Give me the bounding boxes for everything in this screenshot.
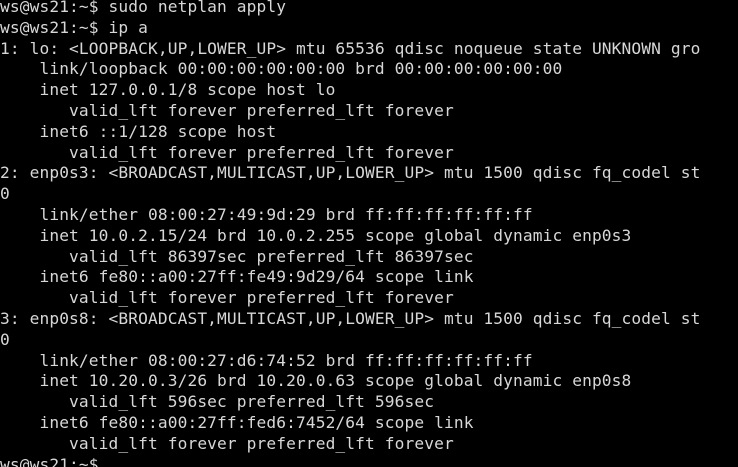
- terminal-output-line: 0: [0, 184, 10, 204]
- terminal-output-line: inet 10.20.0.3/26 brd 10.20.0.63 scope g…: [0, 371, 632, 391]
- terminal-output-line: inet6 ::1/128 scope host: [0, 121, 277, 141]
- terminal-output-line: 2: enp0s3: <BROADCAST,MULTICAST,UP,LOWER…: [0, 163, 701, 183]
- terminal-output-line: valid_lft 596sec preferred_lft 596sec: [0, 392, 435, 412]
- terminal-output-line: link/ether 08:00:27:d6:74:52 brd ff:ff:f…: [0, 350, 533, 370]
- terminal-output-line: valid_lft forever preferred_lft forever: [0, 142, 454, 162]
- terminal-prompt-line: ws@ws21:~$ ip a: [0, 17, 148, 37]
- terminal-output-line: valid_lft forever preferred_lft forever: [0, 100, 454, 120]
- terminal-window[interactable]: ws@ws21:~$ sudo netplan apply ws@ws21:~$…: [0, 0, 738, 467]
- terminal-output-line: inet 127.0.0.1/8 scope host lo: [0, 80, 336, 100]
- terminal-output-line: valid_lft forever preferred_lft forever: [0, 433, 454, 453]
- terminal-output-line: link/ether 08:00:27:49:9d:29 brd ff:ff:f…: [0, 204, 533, 224]
- terminal-output-line: 1: lo: <LOOPBACK,UP,LOWER_UP> mtu 65536 …: [0, 38, 701, 58]
- terminal-prompt-line: ws@ws21:~$ sudo netplan apply: [0, 0, 287, 16]
- terminal-output-line: inet 10.0.2.15/24 brd 10.0.2.255 scope g…: [0, 225, 632, 245]
- terminal-output-line: inet6 fe80::a00:27ff:fed6:7452/64 scope …: [0, 412, 474, 432]
- terminal-output-line: 3: enp0s8: <BROADCAST,MULTICAST,UP,LOWER…: [0, 308, 701, 328]
- terminal-output-line: link/loopback 00:00:00:00:00:00 brd 00:0…: [0, 59, 563, 79]
- terminal-output-line: inet6 fe80::a00:27ff:fe49:9d29/64 scope …: [0, 267, 474, 287]
- terminal-output-line: valid_lft forever preferred_lft forever: [0, 288, 454, 308]
- terminal-output-line: 0: [0, 329, 10, 349]
- terminal-output-line: valid_lft 86397sec preferred_lft 86397se…: [0, 246, 474, 266]
